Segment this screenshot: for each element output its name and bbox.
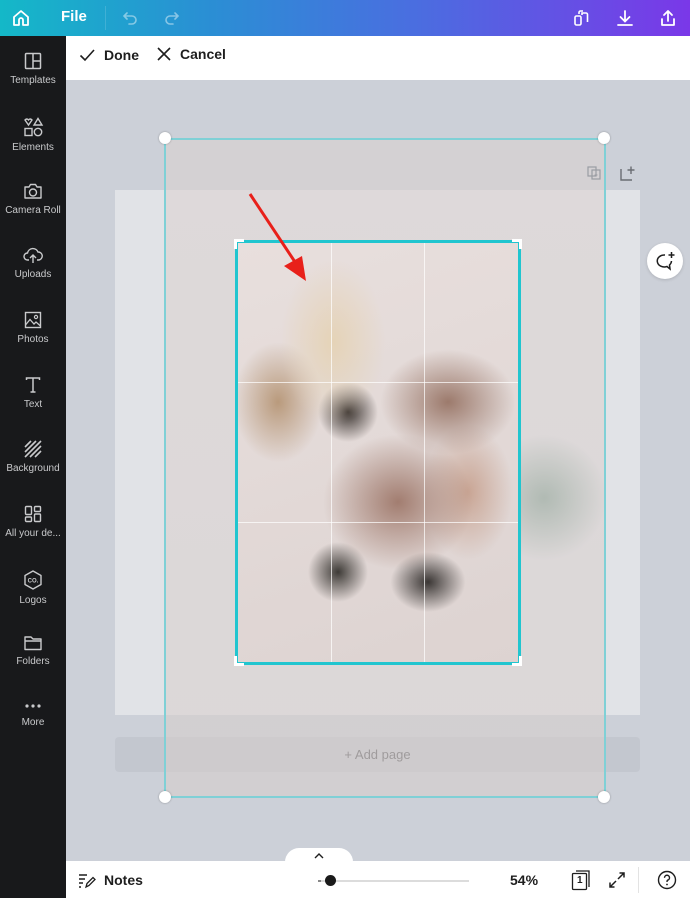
sidebar-item-background[interactable]: Background	[0, 439, 66, 501]
duplicate-design-button[interactable]	[567, 4, 595, 32]
add-comment-button[interactable]	[647, 243, 683, 279]
expand-icon	[609, 872, 625, 888]
divider	[105, 6, 106, 30]
zoom-slider-knob[interactable]	[325, 875, 336, 886]
sidebar-item-label: More	[21, 717, 45, 728]
svg-text:CO.: CO.	[28, 579, 39, 585]
redo-button[interactable]	[158, 4, 186, 32]
sidebar-item-label: Folders	[16, 656, 50, 667]
sidebar-item-label: Background	[6, 463, 60, 474]
redo-icon	[165, 12, 180, 25]
duplicate-design-icon	[574, 10, 589, 26]
add-comment-icon	[656, 252, 675, 271]
sidebar-item-photos[interactable]: Photos	[0, 310, 66, 372]
close-icon	[157, 47, 171, 61]
sidebar: Templates Elements Camera Roll Uploads P…	[0, 36, 66, 898]
help-button[interactable]	[657, 870, 677, 895]
done-label: Done	[104, 47, 139, 63]
fullscreen-button[interactable]	[608, 871, 626, 894]
sidebar-item-uploads[interactable]: Uploads	[0, 245, 66, 307]
camera-icon	[24, 183, 42, 199]
notes-button[interactable]: Notes	[78, 871, 143, 889]
sidebar-item-all-designs[interactable]: All your de...	[0, 504, 66, 566]
sidebar-item-templates[interactable]: Templates	[0, 51, 66, 113]
sidebar-item-camera-roll[interactable]: Camera Roll	[0, 181, 66, 243]
templates-icon	[24, 52, 42, 70]
home-button[interactable]	[7, 4, 35, 32]
page-count-button[interactable]: 1	[571, 869, 591, 891]
sidebar-item-label: All your de...	[5, 528, 61, 539]
home-icon	[13, 10, 29, 26]
bottom-bar: Notes 54% 1	[66, 861, 690, 898]
sidebar-item-more[interactable]: More	[0, 702, 66, 764]
download-button[interactable]	[611, 4, 639, 32]
download-icon	[617, 10, 633, 26]
sidebar-item-label: Text	[23, 399, 43, 410]
text-icon	[25, 377, 41, 393]
sidebar-item-label: Camera Roll	[5, 205, 61, 216]
zoom-value[interactable]: 54%	[510, 872, 538, 888]
sidebar-item-label: Photos	[17, 334, 49, 345]
upload-cloud-icon	[23, 247, 43, 263]
checkmark-icon	[79, 49, 95, 62]
undo-button[interactable]	[116, 4, 144, 32]
share-icon	[661, 10, 675, 26]
logos-icon: CO.	[24, 570, 42, 590]
sidebar-item-label: Uploads	[14, 269, 52, 280]
all-designs-icon	[24, 505, 42, 523]
file-menu[interactable]: File	[61, 8, 87, 25]
more-icon	[25, 704, 41, 708]
sidebar-item-logos[interactable]: CO. Logos	[0, 569, 66, 631]
notes-icon	[79, 874, 96, 889]
crop-toolbar: Done Cancel	[66, 36, 690, 80]
share-button[interactable]	[654, 4, 682, 32]
photos-icon	[24, 311, 42, 329]
undo-icon	[122, 12, 137, 25]
sidebar-item-text[interactable]: Text	[0, 375, 66, 437]
background-icon	[24, 440, 42, 458]
divider	[638, 867, 639, 893]
page-count: 1	[577, 875, 583, 886]
annotation-arrow-icon	[248, 193, 306, 281]
notes-label: Notes	[104, 872, 143, 888]
sidebar-item-label: Templates	[10, 75, 56, 86]
done-button[interactable]: Done	[78, 46, 139, 64]
design-canvas: + Add page	[66, 80, 690, 861]
folder-icon	[24, 636, 42, 651]
sidebar-item-elements[interactable]: Elements	[0, 116, 66, 178]
elements-icon	[24, 117, 44, 137]
sidebar-item-label: Logos	[19, 595, 47, 606]
chevron-up-icon	[314, 853, 324, 859]
sidebar-item-folders[interactable]: Folders	[0, 634, 66, 696]
sidebar-item-label: Elements	[12, 142, 54, 153]
help-icon	[657, 870, 677, 890]
zoom-slider-track[interactable]	[321, 880, 469, 882]
top-bar: File	[0, 0, 690, 36]
cancel-label: Cancel	[180, 46, 226, 62]
cancel-button[interactable]: Cancel	[156, 46, 226, 62]
